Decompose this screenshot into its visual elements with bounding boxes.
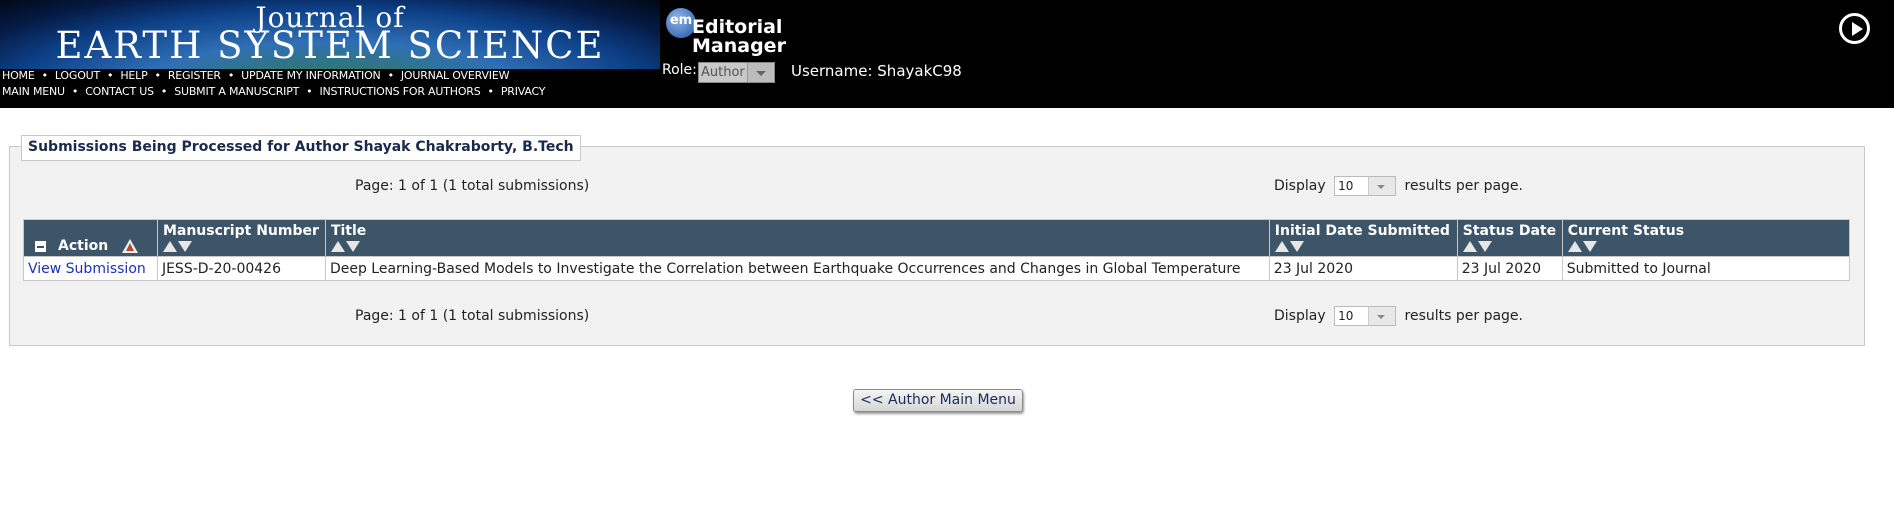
nav-home[interactable]: HOME	[2, 69, 35, 82]
cell-initial-date: 23 Jul 2020	[1268, 256, 1458, 281]
view-submission-link[interactable]: View Submission	[28, 261, 146, 277]
results-per-page-select-top[interactable]: 10	[1334, 176, 1397, 196]
nav-update-my-information[interactable]: UPDATE MY INFORMATION	[241, 69, 381, 82]
role-select-value: Author	[701, 65, 745, 80]
display-suffix: results per page.	[1404, 178, 1523, 194]
cell-title: Deep Learning-Based Models to Investigat…	[324, 256, 1270, 281]
nav-register[interactable]: REGISTER	[168, 69, 221, 82]
sort-arrows-icon[interactable]	[1274, 240, 1452, 254]
header-bar: Journal of EARTH SYSTEM SCIENCE HOME • LOG…	[0, 0, 1894, 108]
journal-banner-logo[interactable]: Journal of EARTH SYSTEM SCIENCE	[0, 0, 660, 69]
play-circle-icon[interactable]	[1839, 13, 1870, 44]
column-label: Title	[330, 223, 367, 239]
nav-contact-us[interactable]: CONTACT US	[85, 85, 154, 98]
column-header-manuscript-number[interactable]: Manuscript Number	[156, 219, 326, 257]
display-control-top: Display 10 results per page.	[1274, 176, 1523, 196]
collapse-icon[interactable]	[35, 240, 46, 252]
sort-arrows-icon[interactable]	[162, 240, 320, 254]
column-header-current-status[interactable]: Current Status	[1561, 219, 1851, 257]
author-main-menu-button[interactable]: << Author Main Menu	[853, 389, 1023, 412]
username-label: Username: ShayakC98	[791, 62, 962, 80]
sort-arrows-icon[interactable]	[1462, 240, 1557, 254]
column-label: Initial Date Submitted	[1274, 223, 1450, 239]
top-nav-row2: MAIN MENU • CONTACT US • SUBMIT A MANUSCRIPT…	[2, 85, 546, 98]
cell-action: View Submission	[23, 256, 158, 281]
table-row: View Submission JESS-D-20-00426 Deep Lea…	[23, 256, 1851, 281]
pager-bottom: Page: 1 of 1 (1 total submissions)	[355, 308, 590, 324]
role-select[interactable]: Author	[698, 62, 775, 83]
results-per-page-value: 10	[1338, 309, 1354, 323]
nav-help[interactable]: HELP	[120, 69, 147, 82]
display-suffix: results per page.	[1404, 308, 1523, 324]
display-label: Display	[1274, 178, 1326, 194]
warning-icon	[122, 239, 139, 253]
column-header-initial-date-submitted[interactable]: Initial Date Submitted	[1268, 219, 1458, 257]
chevron-down-icon[interactable]	[747, 63, 774, 82]
column-label: Action	[58, 238, 109, 254]
column-label: Status Date	[1462, 223, 1557, 239]
top-nav-row1: HOME • LOGOUT • HELP • REGISTER • UPDATE MY INFO…	[2, 69, 510, 82]
nav-submit-a-manuscript[interactable]: SUBMIT A MANUSCRIPT	[174, 85, 299, 98]
nav-main-menu[interactable]: MAIN MENU	[2, 85, 65, 98]
cell-status-date: 23 Jul 2020	[1456, 256, 1563, 281]
pager-top: Page: 1 of 1 (1 total submissions)	[355, 178, 590, 194]
display-control-bottom: Display 10 results per page.	[1274, 306, 1523, 326]
sort-arrows-icon[interactable]	[330, 240, 1264, 254]
nav-privacy[interactable]: PRIVACY	[501, 85, 546, 98]
nav-journal-overview[interactable]: JOURNAL OVERVIEW	[401, 69, 510, 82]
results-per-page-select-bottom[interactable]: 10	[1334, 306, 1397, 326]
panel-legend: Submissions Being Processed for Author S…	[21, 135, 581, 161]
column-header-title[interactable]: Title	[324, 219, 1270, 257]
display-label: Display	[1274, 308, 1326, 324]
column-header-status-date[interactable]: Status Date	[1456, 219, 1563, 257]
chevron-down-icon[interactable]	[1368, 177, 1396, 195]
chevron-down-icon[interactable]	[1368, 307, 1396, 325]
results-per-page-value: 10	[1338, 179, 1354, 193]
cell-manuscript-number: JESS-D-20-00426	[156, 256, 326, 281]
cell-current-status: Submitted to Journal	[1561, 256, 1851, 281]
table-header-row: Action Manuscript Number Title Initial D…	[23, 219, 1851, 257]
nav-instructions-for-authors[interactable]: INSTRUCTIONS FOR AUTHORS	[319, 85, 480, 98]
sort-arrows-icon[interactable]	[1567, 240, 1844, 254]
role-label: Role:	[662, 62, 697, 78]
nav-logout[interactable]: LOGOUT	[55, 69, 100, 82]
column-label: Current Status	[1567, 223, 1685, 239]
column-label: Manuscript Number	[162, 223, 319, 239]
column-header-action[interactable]: Action	[23, 219, 158, 257]
em-logo-line2: Manager	[692, 35, 786, 57]
submissions-table: Action Manuscript Number Title Initial D…	[23, 219, 1851, 281]
banner-title-line2: EARTH SYSTEM SCIENCE	[55, 24, 605, 67]
